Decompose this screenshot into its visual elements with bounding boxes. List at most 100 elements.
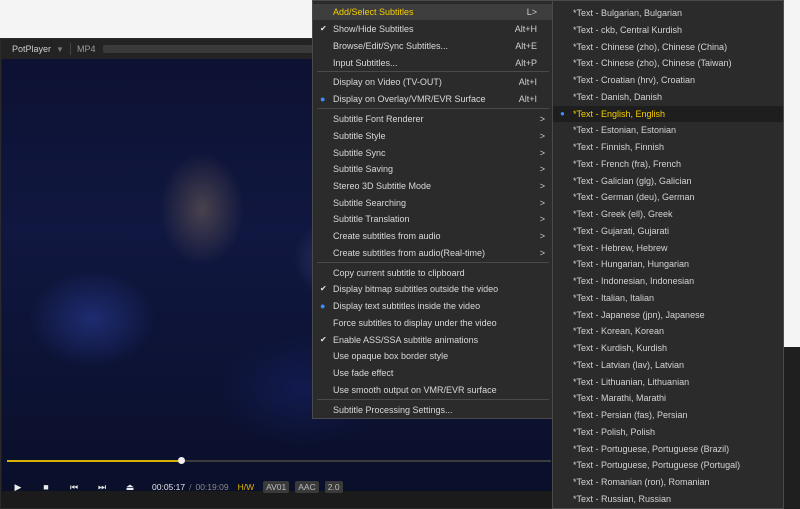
subtitle-track-item[interactable]: *Text - Portuguese, Portuguese (Portugal… xyxy=(553,457,783,473)
subtitle-track-item[interactable]: *Text - Kurdish, Kurdish xyxy=(553,340,783,356)
menu-item-enable-ass-animations[interactable]: ✔ Enable ASS/SSA subtitle animations xyxy=(313,332,553,348)
menu-item-display-bitmap-outside[interactable]: ✔ Display bitmap subtitles outside the vi… xyxy=(313,281,553,297)
subtitle-track-label: *Text - Gujarati, Gujarati xyxy=(573,225,670,236)
submenu-arrow-icon: > xyxy=(539,248,545,258)
subtitle-track-item[interactable]: ● *Text - English, English xyxy=(553,105,783,122)
menu-item-subtitle-font-renderer[interactable]: Subtitle Font Renderer > xyxy=(313,111,553,127)
menu-item-label: Copy current subtitle to clipboard xyxy=(333,268,465,278)
menu-item-copy-current-subtitle[interactable]: Copy current subtitle to clipboard xyxy=(313,265,553,281)
subtitle-track-item[interactable]: *Text - Russian, Russian xyxy=(553,491,783,507)
menu-item-display-text-inside[interactable]: ● Display text subtitles inside the video xyxy=(313,298,553,314)
stop-icon[interactable]: ■ xyxy=(32,482,60,492)
menu-item-input-subtitles[interactable]: Input Subtitles... Alt+P xyxy=(313,55,553,71)
subtitle-track-item[interactable]: *Text - Gujarati, Gujarati xyxy=(553,223,783,239)
menu-item-subtitle-style[interactable]: Subtitle Style > xyxy=(313,128,553,144)
audio-channels-badge[interactable]: 2.0 xyxy=(324,481,343,493)
subtitle-track-label: *Text - Italian, Italian xyxy=(573,292,655,303)
subtitle-track-item[interactable]: *Text - Bulgarian, Bulgarian xyxy=(553,5,783,21)
menu-item-browse-edit-sync-subtitles[interactable]: Browse/Edit/Sync Subtitles... Alt+E xyxy=(313,38,553,54)
subtitle-track-item[interactable]: *Text - Japanese (jpn), Japanese xyxy=(553,307,783,323)
menu-separator xyxy=(317,71,549,72)
menu-item-subtitle-searching[interactable]: Subtitle Searching > xyxy=(313,195,553,211)
subtitle-track-item[interactable]: *Text - Galician (glg), Galician xyxy=(553,173,783,189)
menu-item-label: Use opaque box border style xyxy=(333,351,449,361)
subtitle-track-item[interactable]: *Text - Estonian, Estonian xyxy=(553,122,783,138)
audio-codec-badge[interactable]: AAC xyxy=(295,481,319,493)
submenu-arrow-icon: > xyxy=(539,181,545,191)
menu-item-display-on-overlay[interactable]: ● Display on Overlay/VMR/EVR Surface Alt+I xyxy=(313,91,553,107)
subtitle-track-item[interactable]: *Text - Marathi, Marathi xyxy=(553,390,783,406)
eject-icon[interactable]: ⏏ xyxy=(116,482,144,493)
subtitle-track-label: *Text - English, English xyxy=(573,108,666,119)
menu-item-fade-effect[interactable]: Use fade effect xyxy=(313,365,553,381)
subtitle-track-item[interactable]: *Text - ckb, Central Kurdish xyxy=(553,22,783,38)
subtitle-track-item[interactable]: *Text - Indonesian, Indonesian xyxy=(553,273,783,289)
video-codec-badge[interactable]: AV01 xyxy=(263,481,290,493)
subtitle-track-item[interactable]: *Text - Hebrew, Hebrew xyxy=(553,240,783,256)
subtitle-track-item[interactable]: *Text - Romanian (ron), Romanian xyxy=(553,474,783,490)
checkmark-icon: ✔ xyxy=(320,24,327,33)
menu-item-label: Input Subtitles... xyxy=(333,58,398,68)
app-name[interactable]: PotPlayer xyxy=(1,44,51,54)
menu-item-smooth-output[interactable]: Use smooth output on VMR/EVR surface xyxy=(313,382,553,398)
background-window-edge xyxy=(784,347,800,509)
chevron-down-icon[interactable]: ▼ xyxy=(56,45,64,54)
submenu-arrow-icon: > xyxy=(539,231,545,241)
subtitle-track-item[interactable]: *Text - Chinese (zho), Chinese (Taiwan) xyxy=(553,55,783,71)
previous-icon[interactable]: ⏮ xyxy=(60,482,88,493)
menu-item-show-hide-subtitles[interactable]: ✔ Show/Hide Subtitles Alt+H xyxy=(313,21,553,37)
menu-item-display-on-video[interactable]: Display on Video (TV-OUT) Alt+I xyxy=(313,74,553,90)
submenu-arrow-icon: > xyxy=(539,114,545,124)
menu-item-label: Use smooth output on VMR/EVR surface xyxy=(333,385,497,395)
menu-item-subtitle-processing-settings[interactable]: Subtitle Processing Settings... xyxy=(313,402,553,418)
shortcut-label: Alt+H xyxy=(514,24,537,34)
subtitle-track-item[interactable]: *Text - Persian (fas), Persian xyxy=(553,407,783,423)
subtitle-track-item[interactable]: *Text - Chinese (zho), Chinese (China) xyxy=(553,39,783,55)
play-icon[interactable]: ▶ xyxy=(4,482,32,493)
shortcut-label: Alt+E xyxy=(515,41,537,51)
file-title-redacted xyxy=(103,45,314,53)
shortcut-label: Alt+I xyxy=(518,94,537,104)
menu-item-label: Subtitle Saving xyxy=(333,164,394,174)
menu-item-opaque-box-border[interactable]: Use opaque box border style xyxy=(313,348,553,364)
subtitle-track-label: *Text - Kurdish, Kurdish xyxy=(573,343,668,353)
subtitle-track-label: *Text - Polish, Polish xyxy=(573,426,656,437)
submenu-arrow-icon: > xyxy=(539,164,545,174)
subtitle-track-item[interactable]: *Text - Portuguese, Portuguese (Brazil) xyxy=(553,441,783,457)
seek-bar[interactable] xyxy=(7,457,551,464)
menu-item-stereo-3d-subtitle-mode[interactable]: Stereo 3D Subtitle Mode > xyxy=(313,178,553,194)
subtitle-track-item[interactable]: *Text - Finnish, Finnish xyxy=(553,139,783,155)
subtitle-track-label: *Text - Greek (ell), Greek xyxy=(573,209,673,219)
subtitle-track-item[interactable]: *Text - Croatian (hrv), Croatian xyxy=(553,72,783,88)
menu-item-label: Subtitle Sync xyxy=(333,148,386,158)
subtitle-track-item[interactable]: *Text - French (fra), French xyxy=(553,156,783,172)
subtitle-track-item[interactable]: *Text - Hungarian, Hungarian xyxy=(553,256,783,272)
menu-item-label: Show/Hide Subtitles xyxy=(333,24,414,34)
subtitle-track-label: *Text - Estonian, Estonian xyxy=(573,125,677,136)
next-icon[interactable]: ⏭ xyxy=(88,482,116,493)
submenu-arrow-icon: > xyxy=(539,198,545,208)
menu-separator xyxy=(317,262,549,263)
menu-item-force-under-video[interactable]: Force subtitles to display under the vid… xyxy=(313,315,553,331)
submenu-arrow-icon: > xyxy=(539,148,545,158)
menu-item-create-subtitles-realtime[interactable]: Create subtitles from audio(Real-time) > xyxy=(313,245,553,261)
menu-item-subtitle-saving[interactable]: Subtitle Saving > xyxy=(313,161,553,177)
hw-decoder-badge[interactable]: H/W xyxy=(235,481,258,493)
subtitle-track-item[interactable]: *Text - German (deu), German xyxy=(553,189,783,205)
shortcut-label: L> xyxy=(526,7,537,17)
menu-item-add-select-subtitles[interactable]: Add/Select Subtitles L> xyxy=(313,4,553,20)
menu-separator xyxy=(317,399,549,400)
menu-item-subtitle-translation[interactable]: Subtitle Translation > xyxy=(313,211,553,227)
menu-item-create-subtitles-from-audio[interactable]: Create subtitles from audio > xyxy=(313,228,553,244)
subtitle-track-item[interactable]: *Text - Polish, Polish xyxy=(553,424,783,440)
subtitle-track-item[interactable]: *Text - Latvian (lav), Latvian xyxy=(553,357,783,373)
subtitle-track-item[interactable]: *Text - Greek (ell), Greek xyxy=(553,206,783,222)
menu-item-label: Display on Video (TV-OUT) xyxy=(333,77,442,87)
subtitle-track-item[interactable]: *Text - Lithuanian, Lithuanian xyxy=(553,374,783,390)
subtitle-track-label: *Text - Lithuanian, Lithuanian xyxy=(573,376,690,387)
subtitle-track-item[interactable]: *Text - Italian, Italian xyxy=(553,290,783,306)
control-bar: ▶ ■ ⏮ ⏭ ⏏ 00:05:17 / 00:19:09 H/W AV01 A… xyxy=(1,472,554,502)
subtitle-track-item[interactable]: *Text - Korean, Korean xyxy=(553,323,783,339)
menu-item-subtitle-sync[interactable]: Subtitle Sync > xyxy=(313,145,553,161)
subtitle-track-item[interactable]: *Text - Danish, Danish xyxy=(553,89,783,105)
